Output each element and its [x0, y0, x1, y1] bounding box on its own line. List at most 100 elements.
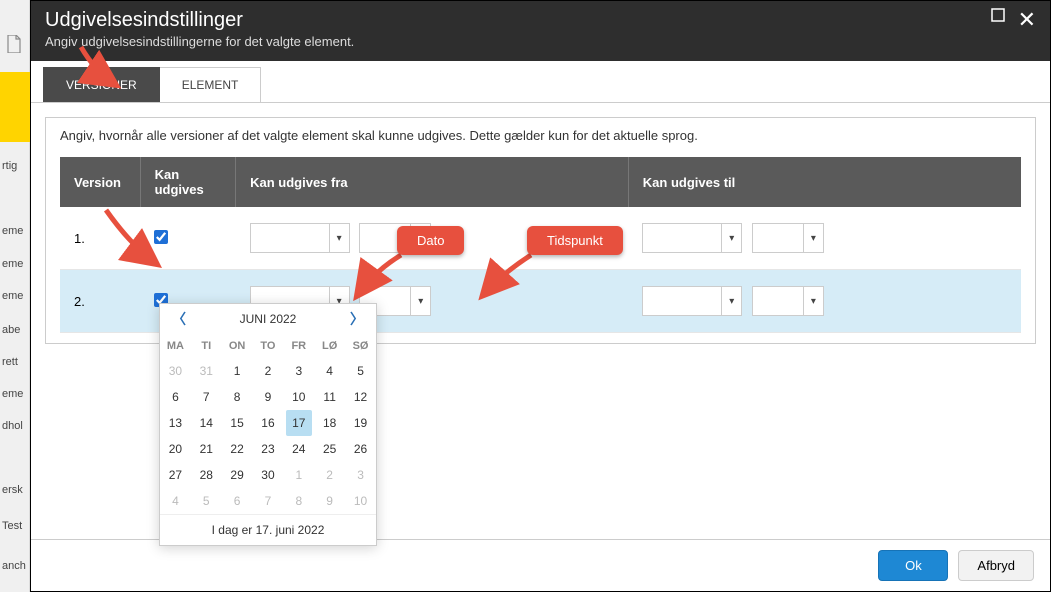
calendar-day[interactable]: 16 — [253, 410, 284, 436]
cell-version: 2. — [60, 270, 140, 333]
dropdown-icon[interactable]: ▾ — [721, 287, 741, 315]
dow-label: MA — [160, 334, 191, 358]
cancel-button[interactable]: Afbryd — [958, 550, 1034, 581]
calendar-day[interactable]: 13 — [160, 410, 191, 436]
calendar-day[interactable]: 30 — [160, 358, 191, 384]
month-label[interactable]: JUNI 2022 — [240, 312, 297, 326]
calendar-day[interactable]: 9 — [314, 488, 345, 514]
calendar-day[interactable]: 19 — [345, 410, 376, 436]
calendar-day[interactable]: 8 — [222, 384, 253, 410]
sidebar-item: eme — [2, 388, 28, 400]
sidebar-item: rtig — [2, 160, 28, 172]
dropdown-icon[interactable]: ▾ — [721, 224, 741, 252]
calendar-day[interactable]: 1 — [283, 462, 314, 488]
prev-month-button[interactable]: 〈 — [172, 309, 186, 329]
sidebar-item: dhol — [2, 420, 28, 432]
annotation-arrow-tab — [77, 43, 127, 93]
calendar-day[interactable]: 22 — [222, 436, 253, 462]
dropdown-icon[interactable]: ▾ — [803, 224, 823, 252]
calendar-day[interactable]: 30 — [253, 462, 284, 488]
calendar-day[interactable]: 10 — [283, 384, 314, 410]
calendar-day[interactable]: 24 — [283, 436, 314, 462]
calendar-day[interactable]: 5 — [345, 358, 376, 384]
header-version: Version — [60, 157, 140, 207]
calendar-day[interactable]: 5 — [191, 488, 222, 514]
from-date-combo[interactable]: ▾ — [250, 223, 350, 253]
calendar-day[interactable]: 17 — [283, 410, 314, 436]
header-from: Kan udgives fra — [236, 157, 629, 207]
dialog-titlebar: Udgivelsesindstillinger Angiv udgivelses… — [31, 1, 1050, 61]
calendar-day[interactable]: 31 — [191, 358, 222, 384]
sidebar-item: Test — [2, 520, 28, 532]
tab-description: Angiv, hvornår alle versioner af det val… — [60, 128, 1021, 143]
dialog-subtitle: Angiv udgivelsesindstillingerne for det … — [45, 34, 1036, 49]
annotation-arrow-checkbox — [100, 204, 170, 274]
dropdown-icon[interactable]: ▾ — [410, 287, 430, 315]
ok-button[interactable]: Ok — [878, 550, 948, 581]
callout-tidspunkt: Tidspunkt — [527, 226, 623, 255]
calendar-day[interactable]: 7 — [253, 488, 284, 514]
calendar-day[interactable]: 4 — [160, 488, 191, 514]
sidebar-item: eme — [2, 258, 28, 270]
callout-dato: Dato — [397, 226, 464, 255]
next-month-button[interactable]: 〉 — [350, 309, 364, 329]
calendar-day[interactable]: 7 — [191, 384, 222, 410]
calendar-day[interactable]: 8 — [283, 488, 314, 514]
calendar-day[interactable]: 1 — [222, 358, 253, 384]
yellow-accent — [0, 72, 30, 142]
calendar-day[interactable]: 20 — [160, 436, 191, 462]
dow-label: TI — [191, 334, 222, 358]
to-date-combo[interactable]: ▾ — [642, 286, 742, 316]
calendar-day[interactable]: 10 — [345, 488, 376, 514]
calendar-day[interactable]: 6 — [160, 384, 191, 410]
to-time-combo[interactable]: ▾ — [752, 286, 824, 316]
background-sidebar: rtigemeemeemeaberettemedholerskTestanch — [0, 0, 30, 592]
calendar-day[interactable]: 23 — [253, 436, 284, 462]
publish-settings-dialog: Udgivelsesindstillinger Angiv udgivelses… — [30, 0, 1051, 592]
today-label[interactable]: I dag er 17. juni 2022 — [160, 514, 376, 545]
close-button[interactable]: ✕ — [1018, 7, 1036, 33]
dow-label: SØ — [345, 334, 376, 358]
dow-label: FR — [283, 334, 314, 358]
calendar-day[interactable]: 26 — [345, 436, 376, 462]
calendar-day[interactable]: 27 — [160, 462, 191, 488]
calendar-day[interactable]: 2 — [253, 358, 284, 384]
date-picker: 〈 JUNI 2022 〉 MATIONTOFRLØSØ 30311234567… — [159, 303, 377, 546]
header-to: Kan udgives til — [628, 157, 1021, 207]
calendar-day[interactable]: 29 — [222, 462, 253, 488]
to-time-combo[interactable]: ▾ — [752, 223, 824, 253]
sidebar-item: rett — [2, 356, 28, 368]
calendar-day[interactable]: 28 — [191, 462, 222, 488]
calendar-day[interactable]: 14 — [191, 410, 222, 436]
dropdown-icon[interactable]: ▾ — [803, 287, 823, 315]
sidebar-item: eme — [2, 225, 28, 237]
document-icon — [6, 35, 23, 56]
calendar-day[interactable]: 15 — [222, 410, 253, 436]
sidebar-item: abe — [2, 324, 28, 336]
calendar-grid: MATIONTOFRLØSØ 3031123456789101112131415… — [160, 334, 376, 514]
tab-element[interactable]: ELEMENT — [160, 67, 262, 102]
header-publish: Kan udgives — [140, 157, 236, 207]
to-date-combo[interactable]: ▾ — [642, 223, 742, 253]
calendar-day[interactable]: 18 — [314, 410, 345, 436]
calendar-day[interactable]: 3 — [283, 358, 314, 384]
dropdown-icon[interactable]: ▾ — [329, 224, 349, 252]
calendar-day[interactable]: 6 — [222, 488, 253, 514]
maximize-button[interactable] — [990, 7, 1006, 28]
dialog-title: Udgivelsesindstillinger — [45, 9, 1036, 32]
callout-arrow-dato — [351, 251, 411, 311]
calendar-day[interactable]: 25 — [314, 436, 345, 462]
calendar-day[interactable]: 9 — [253, 384, 284, 410]
dialog-footer: Ok Afbryd — [31, 539, 1050, 591]
dow-label: LØ — [314, 334, 345, 358]
dow-label: TO — [253, 334, 284, 358]
calendar-day[interactable]: 21 — [191, 436, 222, 462]
calendar-day[interactable]: 4 — [314, 358, 345, 384]
calendar-day[interactable]: 12 — [345, 384, 376, 410]
dow-label: ON — [222, 334, 253, 358]
calendar-day[interactable]: 3 — [345, 462, 376, 488]
sidebar-item: anch — [2, 560, 28, 572]
calendar-day[interactable]: 11 — [314, 384, 345, 410]
calendar-day[interactable]: 2 — [314, 462, 345, 488]
callout-arrow-tidspunkt — [477, 251, 541, 311]
